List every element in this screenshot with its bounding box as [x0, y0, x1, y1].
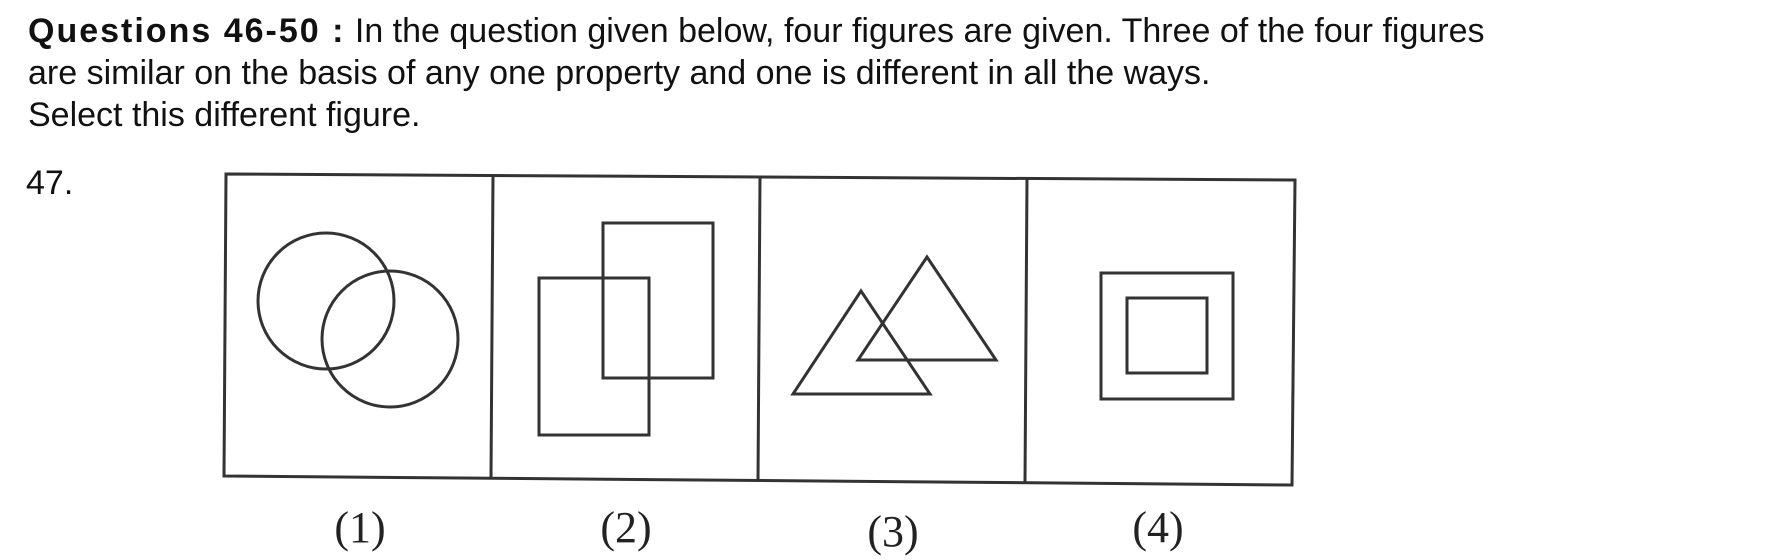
- triangle-upper-right: [855, 254, 999, 362]
- circle-right: [320, 269, 460, 409]
- figure-frame: [222, 172, 1297, 487]
- rectangle-upper-right: [601, 221, 715, 380]
- figure-3-overlapping-triangles[interactable]: [790, 254, 999, 396]
- figure-4-nested-squares[interactable]: [1099, 271, 1235, 401]
- circle-left: [256, 231, 396, 371]
- figure-label-3: (3): [867, 507, 918, 556]
- panel-divider-3: [1023, 177, 1029, 484]
- figure-label-1: (1): [334, 503, 385, 552]
- figure-2-overlapping-rectangles[interactable]: [537, 221, 715, 437]
- square-outer: [1099, 271, 1235, 401]
- answer-figures: (1) (2) (3) (4): [222, 172, 1297, 556]
- figure-1-overlapping-circles[interactable]: [256, 231, 460, 409]
- panel-divider-1: [489, 175, 495, 479]
- triangle-lower-left: [790, 288, 933, 396]
- figure-label-2: (2): [600, 503, 651, 552]
- panel-divider-2: [756, 176, 762, 482]
- square-inner: [1125, 296, 1209, 375]
- rectangle-lower-left: [537, 276, 651, 437]
- figure-label-4: (4): [1132, 503, 1183, 552]
